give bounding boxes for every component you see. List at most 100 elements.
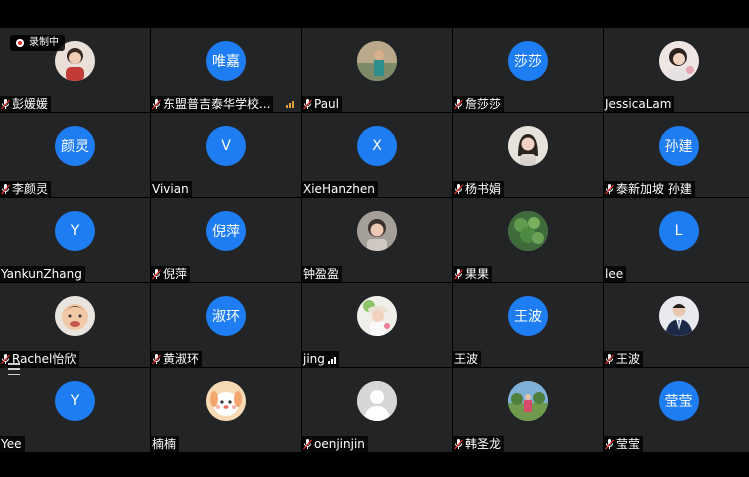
participant-name: 莹莹 — [616, 437, 641, 451]
participant-name: 韩圣龙 — [465, 437, 502, 451]
mic-muted-icon — [605, 183, 614, 194]
participant-tile[interactable]: Y YankunZhang — [0, 198, 150, 282]
participant-tile[interactable]: Paul — [302, 28, 452, 112]
participant-name: 钟盈盈 — [303, 267, 340, 281]
participant-tile[interactable]: 韩圣龙 — [453, 368, 603, 452]
participant-name-tag: JessicaLam — [604, 96, 675, 112]
mic-muted-icon — [454, 438, 463, 449]
participant-name: 楠楠 — [152, 437, 177, 451]
participant-avatar — [658, 41, 699, 81]
mic-muted-icon — [454, 268, 463, 279]
participant-name-tag: 李颜灵 — [0, 181, 52, 197]
participant-tile[interactable]: Y Yee — [0, 368, 150, 452]
list-menu-icon[interactable] — [8, 363, 20, 375]
mic-muted-icon — [1, 183, 10, 194]
participant-name: 倪萍 — [163, 267, 188, 281]
participant-avatar: 淑环 — [206, 296, 246, 336]
participant-tile[interactable]: 淑环 黄淑环 — [151, 283, 301, 367]
participant-avatar: Y — [55, 381, 95, 421]
participant-avatar — [357, 41, 397, 81]
participant-name: 彭媛媛 — [12, 97, 49, 111]
participant-name-tag: jing — [302, 351, 339, 367]
participant-name: 泰新加坡 孙建 — [616, 182, 692, 196]
participant-avatar — [508, 381, 548, 421]
participant-avatar — [508, 211, 548, 251]
participant-name: oenjinjin — [314, 437, 365, 451]
participant-name-tag: 果果 — [453, 266, 493, 282]
participant-avatar — [206, 381, 246, 421]
participant-tile[interactable]: 唯嘉 东盟普吉泰华学校... — [151, 28, 301, 112]
recording-label: 录制中 — [29, 37, 59, 48]
participant-tile[interactable]: V Vivian — [151, 113, 301, 197]
participant-tile[interactable]: 楠楠 — [151, 368, 301, 452]
mic-muted-icon — [1, 98, 10, 109]
participant-name: 杨书娟 — [465, 182, 502, 196]
participant-name-tag: 杨书娟 — [453, 181, 505, 197]
participant-tile[interactable]: 王波 王波 — [453, 283, 603, 367]
participant-tile[interactable]: jing — [302, 283, 452, 367]
participant-tile[interactable]: 莎莎 詹莎莎 — [453, 28, 603, 112]
participant-avatar — [508, 126, 548, 166]
participant-name-tag: 王波 — [604, 351, 644, 367]
participant-name-tag: lee — [604, 266, 627, 282]
mic-muted-icon — [152, 98, 161, 109]
signal-strength-icon — [327, 355, 336, 364]
participant-tile[interactable]: 颜灵 李颜灵 — [0, 113, 150, 197]
participant-avatar: 倪萍 — [206, 211, 246, 251]
participant-avatar — [55, 296, 95, 336]
participant-name: 李颜灵 — [12, 182, 49, 196]
participant-name-tag: 王波 — [453, 351, 482, 367]
participant-name: YankunZhang — [1, 267, 82, 281]
participant-name: 果果 — [465, 267, 490, 281]
participant-tile[interactable]: 莹莹 莹莹 — [604, 368, 749, 452]
participant-name-tag: Paul — [302, 96, 342, 112]
participant-name-tag: 莹莹 — [604, 436, 644, 452]
mic-muted-icon — [605, 438, 614, 449]
participant-tile[interactable]: 王波 — [604, 283, 749, 367]
recording-indicator[interactable]: 录制中 — [10, 35, 65, 51]
mic-muted-icon — [152, 268, 161, 279]
participant-name: lee — [605, 267, 624, 281]
mic-muted-icon — [303, 438, 312, 449]
participant-avatar: 莹莹 — [658, 381, 699, 421]
participant-tile[interactable]: oenjinjin — [302, 368, 452, 452]
mic-muted-icon — [454, 183, 463, 194]
participant-name-tag: 黄淑环 — [151, 351, 203, 367]
participant-avatar: 莎莎 — [508, 41, 548, 81]
participant-tile[interactable]: 倪萍 倪萍 — [151, 198, 301, 282]
participant-name-tag: Vivian — [151, 181, 192, 197]
participant-avatar — [357, 381, 397, 421]
participant-name: Vivian — [152, 182, 189, 196]
mic-muted-icon — [454, 98, 463, 109]
participant-avatar: Y — [55, 211, 95, 251]
participant-avatar: 孙建 — [658, 126, 699, 166]
participant-avatar: X — [357, 126, 397, 166]
participant-avatar: L — [658, 211, 699, 251]
participant-name: Paul — [314, 97, 339, 111]
participant-tile[interactable]: 果果 — [453, 198, 603, 282]
participant-avatar — [658, 296, 699, 336]
participant-name-tag: 倪萍 — [151, 266, 191, 282]
participant-tile[interactable]: L lee — [604, 198, 749, 282]
participant-name: 王波 — [454, 352, 479, 366]
participant-name: Rachel怡欣 — [12, 352, 77, 366]
participant-tile[interactable]: Rachel怡欣 — [0, 283, 150, 367]
mic-muted-icon — [605, 353, 614, 364]
mic-muted-icon — [303, 98, 312, 109]
participant-name-tag: 钟盈盈 — [302, 266, 343, 282]
participant-name-tag: 詹莎莎 — [453, 96, 505, 112]
participant-name: Yee — [1, 437, 22, 451]
participant-name: 王波 — [616, 352, 641, 366]
participant-grid: 彭媛媛 唯嘉 东盟普吉泰华学校... Paul 莎莎 詹莎莎 JessicaLa — [0, 28, 749, 452]
mic-muted-icon — [152, 353, 161, 364]
participant-name: 黄淑环 — [163, 352, 200, 366]
participant-tile[interactable]: 孙建 泰新加坡 孙建 — [604, 113, 749, 197]
participant-avatar — [357, 296, 397, 336]
participant-tile[interactable]: JessicaLam — [604, 28, 749, 112]
participant-tile[interactable]: 杨书娟 — [453, 113, 603, 197]
participant-tile[interactable]: X XieHanzhen — [302, 113, 452, 197]
participant-name-tag: 楠楠 — [151, 436, 180, 452]
participant-tile[interactable]: 钟盈盈 — [302, 198, 452, 282]
participant-name-tag: YankunZhang — [0, 266, 85, 282]
participant-name: 詹莎莎 — [465, 97, 502, 111]
